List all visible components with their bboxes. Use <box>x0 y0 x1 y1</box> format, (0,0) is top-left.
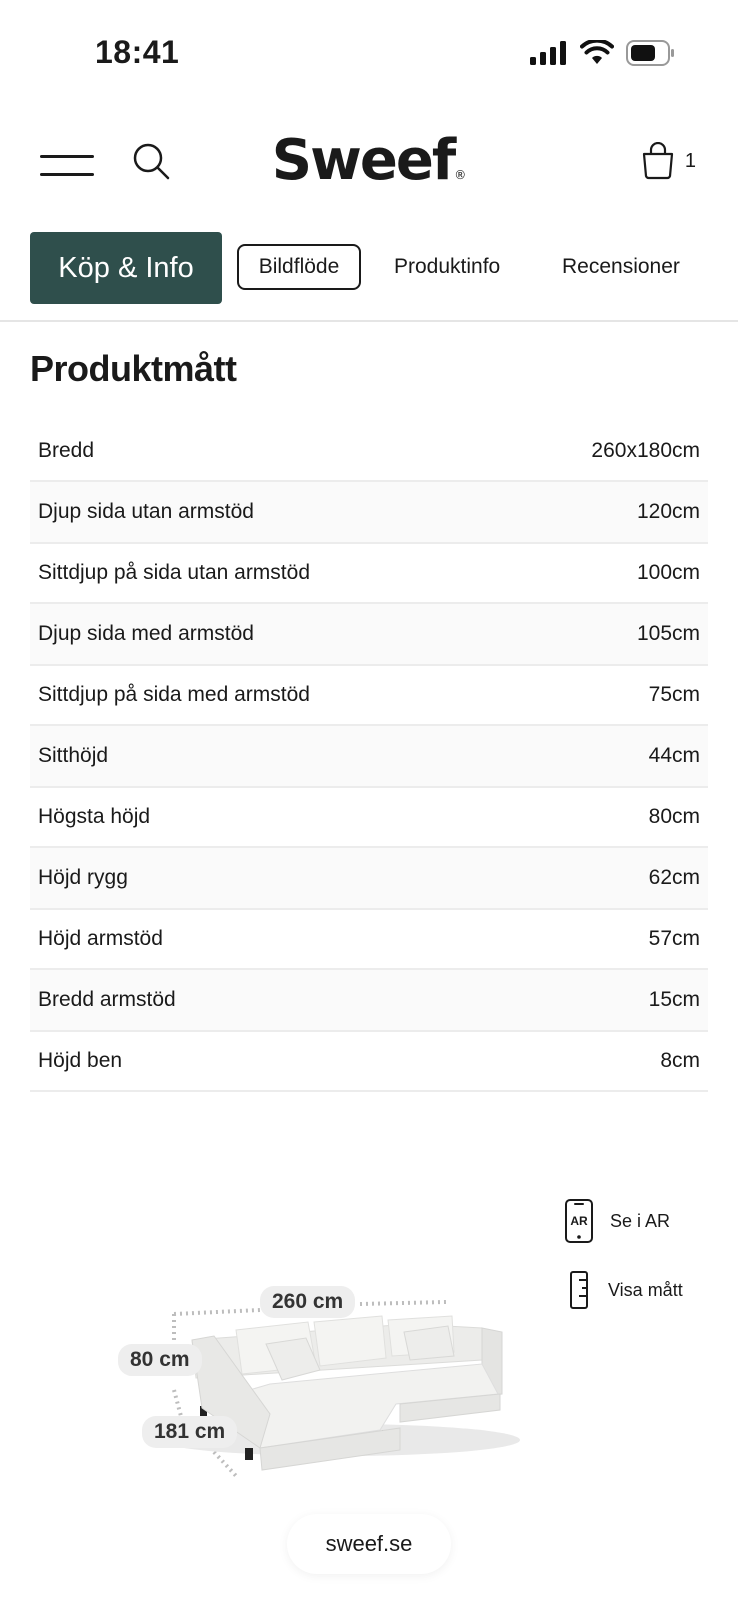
depth-dimension-tag: 181 cm <box>142 1416 238 1448</box>
logo-text: Sweef <box>271 128 456 193</box>
show-measurements-label: Visa mått <box>608 1279 683 1300</box>
dimension-value: 15cm <box>648 988 700 1011</box>
dimension-value: 260x180cm <box>591 439 700 462</box>
status-icons <box>530 40 676 66</box>
site-url-pill[interactable]: sweef.se <box>287 1514 451 1574</box>
ruler-icon <box>570 1271 588 1309</box>
tab-bildflode[interactable]: Bildflöde <box>237 244 361 290</box>
product-viewer: AR Se i AR Visa mått 260 cm 80 cm 181 cm… <box>0 1140 738 1600</box>
dimension-label: Högsta höjd <box>38 805 151 828</box>
table-row: Sitthöjd 44cm <box>30 726 708 788</box>
dimension-value: 44cm <box>648 744 700 767</box>
dimension-label: Bredd <box>38 439 95 462</box>
ar-icon-text: AR <box>570 1214 588 1228</box>
dimension-label: Djup sida utan armstöd <box>38 500 254 523</box>
table-row: Bredd armstöd 15cm <box>30 970 708 1032</box>
dimension-label: Bredd armstöd <box>38 988 176 1011</box>
cellular-signal-icon <box>530 41 566 65</box>
tab-produktinfo[interactable]: Produktinfo <box>394 244 500 290</box>
dimension-value: 105cm <box>636 622 700 645</box>
brand-logo[interactable]: Sweef® <box>0 128 738 193</box>
height-dimension-tag: 80 cm <box>118 1344 202 1376</box>
dimension-value: 80cm <box>648 805 700 828</box>
see-in-ar-label: Se i AR <box>610 1210 671 1231</box>
tab-kop-info[interactable]: Köp & Info <box>30 232 222 304</box>
table-row: Sittdjup på sida utan armstöd 100cm <box>30 544 708 604</box>
dimension-value: 57cm <box>648 927 700 950</box>
see-in-ar-button[interactable]: AR Se i AR <box>564 1198 670 1244</box>
status-time: 18:41 <box>95 34 180 70</box>
table-row: Bredd 260x180cm <box>30 422 708 482</box>
status-bar: 18:41 <box>0 0 738 110</box>
table-row: Höjd rygg 62cm <box>30 848 708 910</box>
table-row: Djup sida utan armstöd 120cm <box>30 482 708 544</box>
dimension-value: 62cm <box>648 866 700 889</box>
tab-recensioner[interactable]: Recensioner <box>562 244 680 290</box>
width-dimension-tag: 260 cm <box>260 1286 356 1318</box>
site-header: Sweef® 1 <box>0 120 738 210</box>
shopping-bag-icon <box>642 142 673 180</box>
dimension-label: Djup sida med armstöd <box>38 622 254 645</box>
dimension-value: 8cm <box>660 1049 700 1072</box>
dimension-label: Höjd armstöd <box>38 927 163 950</box>
table-row: Höjd ben 8cm <box>30 1032 708 1092</box>
table-row: Höjd armstöd 57cm <box>30 910 708 970</box>
cart-count-badge: 1 <box>684 149 696 172</box>
dimension-label: Sittdjup på sida utan armstöd <box>38 561 310 584</box>
dimension-value: 75cm <box>648 683 700 706</box>
dimension-label: Sitthöjd <box>38 744 109 767</box>
table-row: Sittdjup på sida med armstöd 75cm <box>30 666 708 726</box>
table-row: Djup sida med armstöd 105cm <box>30 604 708 666</box>
battery-icon <box>626 40 674 66</box>
dimension-label: Sittdjup på sida med armstöd <box>38 683 310 706</box>
dimension-label: Höjd ben <box>38 1049 123 1072</box>
dimension-value: 120cm <box>636 500 700 523</box>
cart-button[interactable]: 1 <box>641 142 696 180</box>
dimensions-table: Bredd 260x180cm Djup sida utan armstöd 120c… <box>30 422 708 1092</box>
sofa-3d-model[interactable]: 260 cm 80 cm 181 cm <box>110 1280 530 1500</box>
product-tabs: Köp & Info Bildflöde Produktinfo Recensi… <box>0 232 738 322</box>
dimension-value: 100cm <box>636 561 700 584</box>
dimension-label: Höjd rygg <box>38 866 128 889</box>
section-title: Produktmått <box>30 348 237 389</box>
ar-phone-icon: AR <box>565 1199 593 1243</box>
wifi-icon <box>580 40 614 64</box>
logo-registered-mark: ® <box>454 168 467 182</box>
show-measurements-button[interactable]: Visa mått <box>566 1270 683 1310</box>
table-row: Högsta höjd 80cm <box>30 788 708 848</box>
